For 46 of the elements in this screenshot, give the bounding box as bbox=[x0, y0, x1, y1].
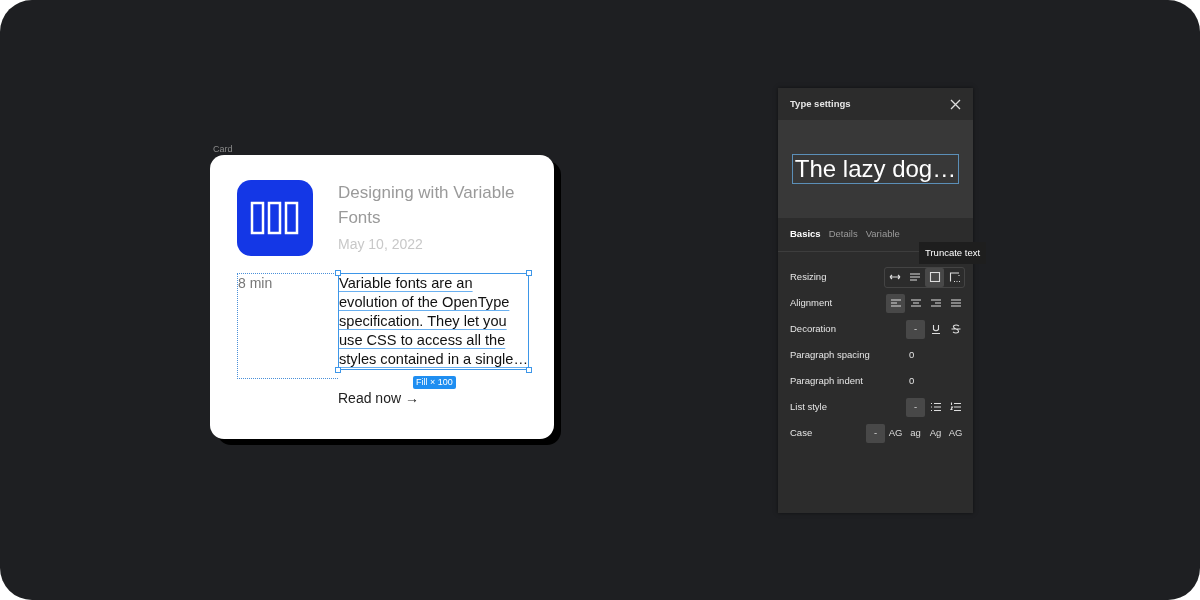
option-button[interactable]: Ag bbox=[926, 423, 945, 443]
setting-label: Case bbox=[790, 425, 813, 440]
close-icon[interactable] bbox=[950, 98, 961, 110]
square-button[interactable] bbox=[925, 267, 944, 287]
setting-label: Alignment bbox=[790, 295, 833, 310]
size-badge: Fill × 100 bbox=[413, 376, 456, 389]
justify-icon bbox=[949, 298, 962, 308]
setting-label: Resizing bbox=[790, 269, 827, 284]
card-title: Designing with Variable Fonts bbox=[338, 182, 516, 229]
bullet-list-icon bbox=[929, 402, 942, 412]
tooltip: Truncate text bbox=[919, 242, 987, 265]
panel-title: Type settings bbox=[790, 96, 851, 111]
lines-icon bbox=[908, 272, 921, 282]
strikethrough-icon bbox=[949, 324, 962, 334]
align-center-icon bbox=[909, 298, 922, 308]
setting-label: Decoration bbox=[790, 321, 836, 336]
align-right-icon bbox=[929, 298, 942, 308]
resize-handle[interactable] bbox=[335, 367, 341, 373]
underline-icon bbox=[929, 324, 942, 334]
align-left-icon bbox=[889, 298, 902, 308]
panel-tab[interactable]: Details bbox=[824, 227, 862, 242]
read-now-link[interactable]: Read now → bbox=[338, 388, 529, 409]
option-button[interactable]: ag bbox=[906, 423, 925, 443]
setting-label: List style bbox=[790, 399, 827, 414]
option-button[interactable]: - bbox=[866, 423, 885, 443]
option-button[interactable]: - bbox=[906, 397, 925, 417]
numbered-list-icon bbox=[949, 402, 962, 412]
setting-label: Paragraph spacing bbox=[790, 347, 870, 362]
resize-handle[interactable] bbox=[526, 270, 532, 276]
option-button[interactable]: - bbox=[906, 319, 925, 339]
option-button[interactable]: AG bbox=[886, 423, 905, 443]
option-button[interactable]: AG bbox=[946, 423, 965, 443]
resize-handle[interactable] bbox=[526, 367, 532, 373]
hug-width-icon bbox=[888, 272, 901, 282]
resize-handle[interactable] bbox=[335, 270, 341, 276]
setting-value: 0 bbox=[909, 347, 916, 362]
card-body-text: Variable fonts are an evolution of the OpenType specification. They let you use CSS to access all the styles contained in a single… bbox=[339, 274, 528, 369]
setting-value: 0 bbox=[909, 373, 916, 388]
preview-text: The lazy dog… bbox=[791, 154, 960, 184]
align-left-button[interactable] bbox=[886, 293, 905, 313]
panel-tab[interactable]: Variable bbox=[861, 227, 904, 242]
truncate-box-icon bbox=[948, 272, 961, 282]
setting-label: Paragraph indent bbox=[790, 373, 863, 388]
frame-label[interactable]: Card bbox=[213, 143, 233, 157]
app-logo-icon bbox=[237, 180, 313, 256]
panel-tab[interactable]: Basics bbox=[786, 227, 825, 242]
